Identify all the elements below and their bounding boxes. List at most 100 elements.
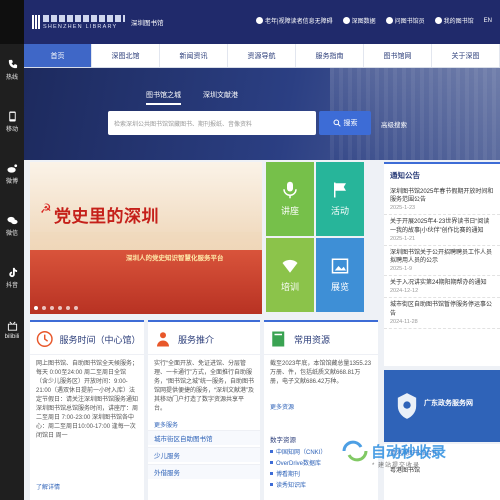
recommend-item[interactable]: 少儿服务 <box>148 447 260 462</box>
banner-carousel[interactable]: ☭ 党史里的深圳 深圳人的党史知识智慧化服务平台 <box>30 162 262 314</box>
notice-item[interactable]: 关于入况讲实第24期阳期帮办的通知 2024-12-12 <box>384 276 500 299</box>
banner-dot[interactable] <box>42 306 46 310</box>
social-rail: 热线 移动 微博 微信 抖音 bilibili <box>0 0 24 500</box>
logo-text: SHENZHEN LIBRARY <box>43 14 125 30</box>
service-hours-title: 服务时间（中心馆） <box>59 334 141 345</box>
phone-icon <box>8 59 17 69</box>
language-switch[interactable]: EN <box>484 18 492 24</box>
notices-header: 通知公告 <box>384 164 500 185</box>
nav-service-guide[interactable]: 服务指南 <box>296 44 364 67</box>
gov-emblem-icon <box>397 393 417 419</box>
search-hero: 图书馆之城 深圳文献港 检索深圳公共图书馆馆藏图书、期刊报纸、音像资料 搜索 高… <box>24 68 500 160</box>
notice-title: 深圳图书馆2025年春节假期开放时间和服务范围公告 <box>390 189 494 204</box>
tile-label: 活动 <box>330 206 349 216</box>
banner-dot[interactable] <box>74 306 78 310</box>
notice-date: 2025-1-21 <box>390 235 416 242</box>
notice-item[interactable]: 关于开展2025年4·23世界读书日“阅读一我的故事|小伙伴”创作比赛的通知 2… <box>384 215 500 246</box>
rail-label: 微博 <box>5 179 18 185</box>
notice-title: 城市街区自助图书馆暂停服务停运事公告 <box>390 302 493 317</box>
notice-title: 深圳图书馆关于公开招聘聘员工作人员拟聘用人员的公示 <box>390 249 493 265</box>
nav-library-network[interactable]: 图书馆网 <box>364 44 432 67</box>
resources-title: 常用资源 <box>294 334 331 345</box>
tile-training[interactable]: 培训 <box>266 238 314 312</box>
weibo-icon <box>6 164 17 173</box>
advanced-search-link[interactable]: 高级搜索 <box>381 119 407 129</box>
rail-label: 抖音 <box>5 283 18 289</box>
nav-north-library[interactable]: 深图北馆 <box>92 44 160 67</box>
gov-service-banner[interactable]: 广东政务服务网 <box>384 370 500 442</box>
rail-label: 微信 <box>5 231 18 237</box>
resource-link[interactable]: 博看期刊 <box>264 468 378 479</box>
notice-item[interactable]: 深圳图书馆2025年春节假期开放时间和服务范围公告 2025-1-23 <box>384 185 500 216</box>
main-nav: 首页 深图北馆 新闻资讯 资源导航 服务指南 图书馆网 关于深图 <box>24 44 500 68</box>
logo-cn: 深圳图书馆 <box>131 20 164 27</box>
book-icon <box>272 331 285 347</box>
rail-item-mobile[interactable]: 移动 <box>0 96 24 148</box>
notice-item[interactable]: 深圳图书馆关于公开招聘聘员工作人员拟聘用人员的公示 2025-1-9 <box>384 246 500 277</box>
search-input[interactable]: 检索深圳公共图书馆馆藏图书、期刊报纸、音像资料 <box>108 111 316 135</box>
gov-service-name: 广东政务服务网 <box>424 400 473 407</box>
search-tab-library-city[interactable]: 图书馆之城 <box>146 90 181 105</box>
tile-label: 讲座 <box>280 206 299 216</box>
rail-item-weibo[interactable]: 微博 <box>0 148 24 200</box>
service-recommend-list: 城市街区自助图书馆 少儿服务 外借服务 <box>148 430 260 481</box>
watermark: 自动秒收录 <box>342 440 446 462</box>
top-link-label: 问图书馆员 <box>394 19 425 25</box>
resources-more-link[interactable]: 更多资源 <box>270 402 294 411</box>
resource-link[interactable]: 读秀知识库 <box>264 479 378 490</box>
chat-icon <box>385 17 393 24</box>
rail-label: 移动 <box>5 127 18 133</box>
search-button-label: 搜索 <box>343 120 358 127</box>
recommend-item[interactable]: 外借服务 <box>148 464 260 479</box>
banner-title: 党史里的深圳 <box>54 207 159 227</box>
site-logo[interactable]: SHENZHEN LIBRARY 深圳图书馆 <box>32 12 164 32</box>
logo-mark <box>32 15 40 29</box>
service-hours-body: 网上图书馆、自助图书馆全天候服务；每天 0:00至24:00 周二至周日全馆（含… <box>36 361 139 439</box>
painting-icon <box>331 258 349 274</box>
notice-date: 2024-12-12 <box>390 288 419 295</box>
microphone-icon <box>283 181 297 199</box>
top-link-data[interactable]: 深图数据 <box>342 16 376 25</box>
flag-icon <box>334 182 346 198</box>
rail-label: 热线 <box>5 75 18 81</box>
service-hours-header: 服务时间（中心馆） <box>30 322 144 355</box>
logo-stripes <box>43 14 125 22</box>
elder-icon <box>256 17 264 24</box>
top-link-accessibility[interactable]: 老年|视障读者信息无障碍 <box>256 16 333 25</box>
notice-title: 关于开展2025年4·23世界读书日“阅读一我的故事|小伙伴”创作比赛的通知 <box>390 219 490 234</box>
nav-home[interactable]: 首页 <box>24 44 92 67</box>
site-header: SHENZHEN LIBRARY 深圳图书馆 老年|视障读者信息无障碍 深图数据… <box>24 0 500 44</box>
banner-dot[interactable] <box>58 306 62 310</box>
top-link-my-library[interactable]: 我的图书馆 <box>434 16 474 25</box>
service-hours-more-link[interactable]: 了解详情 <box>36 482 60 491</box>
top-link-ask-librarian[interactable]: 问图书馆员 <box>385 16 425 25</box>
resources-body: 截至2023年底，本馆馆藏总量1355.23万册、件，包括纸质文献668.81万… <box>270 361 372 385</box>
rail-item-wechat[interactable]: 微信 <box>0 200 24 252</box>
notice-item[interactable]: 城市街区自助图书馆暂停服务停运事公告 2024-11-28 <box>384 298 500 329</box>
nav-news[interactable]: 新闻资讯 <box>160 44 228 67</box>
banner-dot[interactable] <box>34 306 38 310</box>
person-icon <box>157 332 169 347</box>
notice-title: 关于入况讲实第24期阳期帮办的通知 <box>390 280 487 287</box>
service-recommend-more-link[interactable]: 更多服务 <box>154 420 178 429</box>
service-recommend-panel: 服务推介 实行“全面开放、免证进馆、分层管理、一卡通行”方式，全面推行自助服务，… <box>148 320 260 500</box>
nav-resources[interactable]: 资源导航 <box>228 44 296 67</box>
tile-activity[interactable]: 活动 <box>316 162 364 236</box>
tile-exhibition[interactable]: 展览 <box>316 238 364 312</box>
rail-item-hotline[interactable]: 热线 <box>0 44 24 96</box>
recommend-item[interactable]: 城市街区自助图书馆 <box>148 430 260 445</box>
clock-icon <box>36 331 53 347</box>
nav-about[interactable]: 关于深图 <box>432 44 500 67</box>
watermark-subtext: * 建站提交收录 <box>372 463 421 469</box>
service-recommend-header: 服务推介 <box>148 322 260 355</box>
service-recommend-body: 实行“全面开放、免证进馆、分层管理、一卡通行”方式，全面推行自助服务，“图书馆之… <box>154 361 254 412</box>
tile-lecture[interactable]: 讲座 <box>266 162 314 236</box>
rail-item-douyin[interactable]: 抖音 <box>0 252 24 304</box>
fan-icon <box>282 259 298 273</box>
search-tab-document-port[interactable]: 深圳文献港 <box>203 90 238 105</box>
banner-dot[interactable] <box>50 306 54 310</box>
search-button[interactable]: 搜索 <box>319 111 371 135</box>
rail-item-bilibili[interactable]: bilibili <box>0 304 24 356</box>
banner-dot[interactable] <box>66 306 70 310</box>
bilibili-icon <box>7 321 17 331</box>
